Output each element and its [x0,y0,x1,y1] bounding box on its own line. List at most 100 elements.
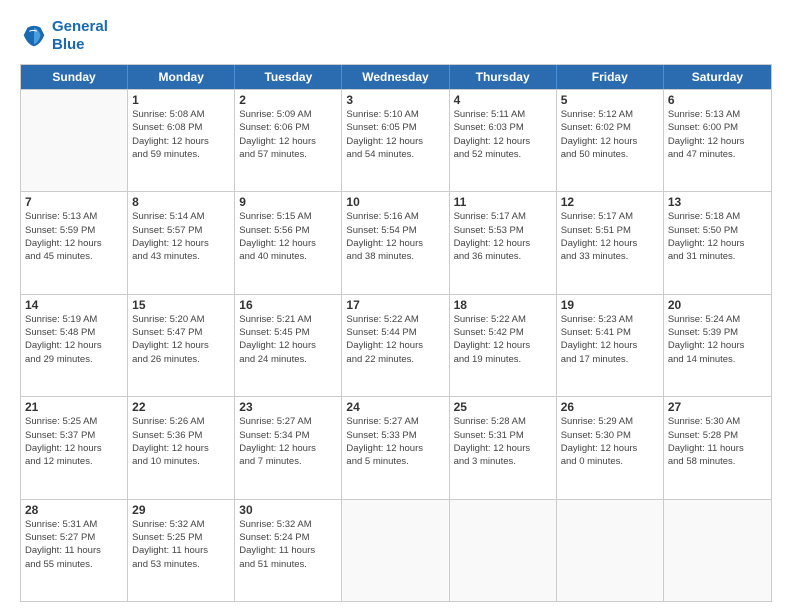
day-info: Sunrise: 5:23 AM Sunset: 5:41 PM Dayligh… [561,313,659,366]
calendar-cell: 28Sunrise: 5:31 AM Sunset: 5:27 PM Dayli… [21,500,128,601]
calendar-cell [21,90,128,191]
day-info: Sunrise: 5:24 AM Sunset: 5:39 PM Dayligh… [668,313,767,366]
day-info: Sunrise: 5:27 AM Sunset: 5:34 PM Dayligh… [239,415,337,468]
calendar-cell: 19Sunrise: 5:23 AM Sunset: 5:41 PM Dayli… [557,295,664,396]
calendar-cell: 13Sunrise: 5:18 AM Sunset: 5:50 PM Dayli… [664,192,771,293]
calendar-cell: 17Sunrise: 5:22 AM Sunset: 5:44 PM Dayli… [342,295,449,396]
calendar-cell: 16Sunrise: 5:21 AM Sunset: 5:45 PM Dayli… [235,295,342,396]
calendar-cell: 2Sunrise: 5:09 AM Sunset: 6:06 PM Daylig… [235,90,342,191]
logo: General Blue [20,18,108,54]
calendar-cell: 11Sunrise: 5:17 AM Sunset: 5:53 PM Dayli… [450,192,557,293]
calendar-cell: 30Sunrise: 5:32 AM Sunset: 5:24 PM Dayli… [235,500,342,601]
calendar-cell: 7Sunrise: 5:13 AM Sunset: 5:59 PM Daylig… [21,192,128,293]
day-info: Sunrise: 5:09 AM Sunset: 6:06 PM Dayligh… [239,108,337,161]
calendar-body: 1Sunrise: 5:08 AM Sunset: 6:08 PM Daylig… [21,89,771,601]
day-info: Sunrise: 5:12 AM Sunset: 6:02 PM Dayligh… [561,108,659,161]
calendar-row-3: 14Sunrise: 5:19 AM Sunset: 5:48 PM Dayli… [21,294,771,396]
day-info: Sunrise: 5:25 AM Sunset: 5:37 PM Dayligh… [25,415,123,468]
day-info: Sunrise: 5:13 AM Sunset: 5:59 PM Dayligh… [25,210,123,263]
header-day-sunday: Sunday [21,65,128,89]
day-info: Sunrise: 5:28 AM Sunset: 5:31 PM Dayligh… [454,415,552,468]
calendar-cell: 14Sunrise: 5:19 AM Sunset: 5:48 PM Dayli… [21,295,128,396]
calendar-cell: 26Sunrise: 5:29 AM Sunset: 5:30 PM Dayli… [557,397,664,498]
day-number: 4 [454,93,552,107]
day-number: 30 [239,503,337,517]
calendar-header: SundayMondayTuesdayWednesdayThursdayFrid… [21,65,771,89]
day-number: 26 [561,400,659,414]
logo-icon [20,22,48,50]
day-number: 24 [346,400,444,414]
calendar-cell: 25Sunrise: 5:28 AM Sunset: 5:31 PM Dayli… [450,397,557,498]
calendar-cell: 21Sunrise: 5:25 AM Sunset: 5:37 PM Dayli… [21,397,128,498]
day-number: 28 [25,503,123,517]
day-info: Sunrise: 5:08 AM Sunset: 6:08 PM Dayligh… [132,108,230,161]
day-info: Sunrise: 5:21 AM Sunset: 5:45 PM Dayligh… [239,313,337,366]
day-number: 21 [25,400,123,414]
calendar-cell: 24Sunrise: 5:27 AM Sunset: 5:33 PM Dayli… [342,397,449,498]
day-number: 23 [239,400,337,414]
calendar-row-5: 28Sunrise: 5:31 AM Sunset: 5:27 PM Dayli… [21,499,771,601]
calendar-cell: 3Sunrise: 5:10 AM Sunset: 6:05 PM Daylig… [342,90,449,191]
calendar-cell: 5Sunrise: 5:12 AM Sunset: 6:02 PM Daylig… [557,90,664,191]
day-info: Sunrise: 5:27 AM Sunset: 5:33 PM Dayligh… [346,415,444,468]
day-info: Sunrise: 5:26 AM Sunset: 5:36 PM Dayligh… [132,415,230,468]
calendar-cell: 8Sunrise: 5:14 AM Sunset: 5:57 PM Daylig… [128,192,235,293]
calendar-row-2: 7Sunrise: 5:13 AM Sunset: 5:59 PM Daylig… [21,191,771,293]
calendar-row-1: 1Sunrise: 5:08 AM Sunset: 6:08 PM Daylig… [21,89,771,191]
day-number: 15 [132,298,230,312]
day-info: Sunrise: 5:22 AM Sunset: 5:44 PM Dayligh… [346,313,444,366]
day-info: Sunrise: 5:15 AM Sunset: 5:56 PM Dayligh… [239,210,337,263]
header: General Blue [20,18,772,54]
calendar-cell [664,500,771,601]
calendar-cell: 22Sunrise: 5:26 AM Sunset: 5:36 PM Dayli… [128,397,235,498]
calendar: SundayMondayTuesdayWednesdayThursdayFrid… [20,64,772,602]
day-info: Sunrise: 5:13 AM Sunset: 6:00 PM Dayligh… [668,108,767,161]
day-number: 14 [25,298,123,312]
calendar-cell [450,500,557,601]
day-info: Sunrise: 5:29 AM Sunset: 5:30 PM Dayligh… [561,415,659,468]
calendar-cell: 10Sunrise: 5:16 AM Sunset: 5:54 PM Dayli… [342,192,449,293]
day-number: 12 [561,195,659,209]
header-day-tuesday: Tuesday [235,65,342,89]
calendar-cell: 9Sunrise: 5:15 AM Sunset: 5:56 PM Daylig… [235,192,342,293]
header-day-monday: Monday [128,65,235,89]
day-number: 29 [132,503,230,517]
calendar-cell [557,500,664,601]
day-number: 22 [132,400,230,414]
calendar-cell: 15Sunrise: 5:20 AM Sunset: 5:47 PM Dayli… [128,295,235,396]
day-info: Sunrise: 5:11 AM Sunset: 6:03 PM Dayligh… [454,108,552,161]
day-info: Sunrise: 5:10 AM Sunset: 6:05 PM Dayligh… [346,108,444,161]
calendar-cell: 27Sunrise: 5:30 AM Sunset: 5:28 PM Dayli… [664,397,771,498]
day-info: Sunrise: 5:20 AM Sunset: 5:47 PM Dayligh… [132,313,230,366]
calendar-cell: 23Sunrise: 5:27 AM Sunset: 5:34 PM Dayli… [235,397,342,498]
logo-text: General Blue [52,18,108,54]
day-number: 27 [668,400,767,414]
calendar-cell: 18Sunrise: 5:22 AM Sunset: 5:42 PM Dayli… [450,295,557,396]
day-number: 1 [132,93,230,107]
day-number: 25 [454,400,552,414]
day-number: 13 [668,195,767,209]
day-info: Sunrise: 5:19 AM Sunset: 5:48 PM Dayligh… [25,313,123,366]
day-number: 18 [454,298,552,312]
calendar-cell: 1Sunrise: 5:08 AM Sunset: 6:08 PM Daylig… [128,90,235,191]
day-number: 6 [668,93,767,107]
header-day-wednesday: Wednesday [342,65,449,89]
day-info: Sunrise: 5:31 AM Sunset: 5:27 PM Dayligh… [25,518,123,571]
calendar-cell [342,500,449,601]
calendar-cell: 6Sunrise: 5:13 AM Sunset: 6:00 PM Daylig… [664,90,771,191]
day-number: 20 [668,298,767,312]
day-info: Sunrise: 5:32 AM Sunset: 5:24 PM Dayligh… [239,518,337,571]
calendar-cell: 4Sunrise: 5:11 AM Sunset: 6:03 PM Daylig… [450,90,557,191]
header-day-thursday: Thursday [450,65,557,89]
day-info: Sunrise: 5:22 AM Sunset: 5:42 PM Dayligh… [454,313,552,366]
calendar-cell: 20Sunrise: 5:24 AM Sunset: 5:39 PM Dayli… [664,295,771,396]
day-number: 3 [346,93,444,107]
day-number: 11 [454,195,552,209]
day-info: Sunrise: 5:16 AM Sunset: 5:54 PM Dayligh… [346,210,444,263]
day-info: Sunrise: 5:14 AM Sunset: 5:57 PM Dayligh… [132,210,230,263]
day-number: 5 [561,93,659,107]
day-number: 16 [239,298,337,312]
calendar-cell: 29Sunrise: 5:32 AM Sunset: 5:25 PM Dayli… [128,500,235,601]
day-number: 9 [239,195,337,209]
header-day-friday: Friday [557,65,664,89]
